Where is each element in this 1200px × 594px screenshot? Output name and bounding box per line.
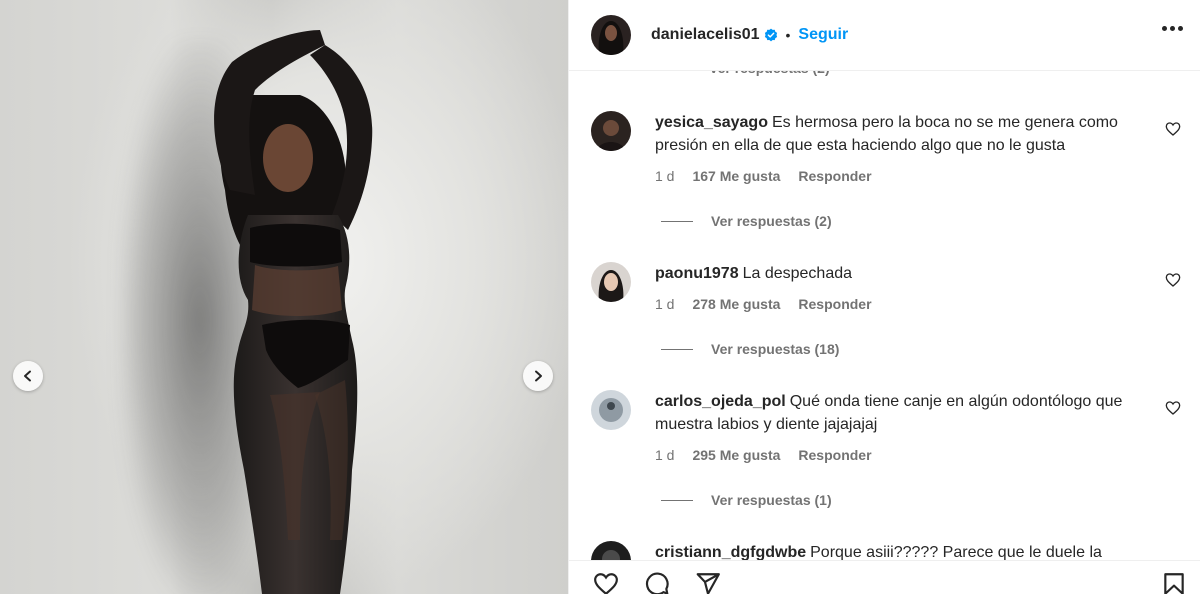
comment-time: 1 d [655,168,675,184]
prev-photo-button[interactable] [13,361,43,391]
view-replies-button[interactable]: Ver respuestas (18) [661,341,839,357]
comment-username[interactable]: carlos_ojeda_pol [655,393,786,410]
view-replies-button[interactable]: Ver respuestas (1) [661,492,832,508]
comment-time: 1 d [655,447,675,463]
more-options-icon[interactable] [1162,26,1183,31]
chevron-left-icon [24,370,31,382]
reply-button[interactable]: Responder [798,447,871,463]
replies-divider [661,499,693,501]
chevron-right-icon [535,370,542,382]
comment-username[interactable]: paonu1978 [655,265,739,282]
replies-divider [661,220,693,222]
heart-icon[interactable] [1165,272,1181,288]
comment-text-block: yesica_sayago Es hermosa pero la boca no … [655,111,1160,157]
comment-text: La despechada [742,265,853,282]
comment-time: 1 d [655,296,675,312]
replies-divider [661,348,693,350]
post-photo[interactable] [0,0,568,594]
next-photo-button[interactable] [523,361,553,391]
comment-text-block: paonu1978 La despechada [655,262,1160,285]
comment-icon[interactable] [643,571,671,594]
heart-icon[interactable] [1165,400,1181,416]
post-side-panel: Ver respuestas (2) yesica_sayagoEs hermo… [568,0,1200,594]
avatar[interactable] [591,390,631,430]
separator-dot: • [785,27,791,43]
share-icon[interactable] [694,571,722,594]
heart-icon[interactable] [591,571,621,594]
post-header: danielacelis01 • Seguir [569,0,1200,71]
author-username[interactable]: danielacelis01 [651,26,760,44]
comment-meta: 1 d 167 Me gusta Responder [655,168,872,184]
view-replies-button[interactable]: Ver respuestas (2) [661,213,832,229]
reply-button[interactable]: Responder [798,168,871,184]
comment-likes[interactable]: 295 Me gusta [692,447,780,463]
photo-subject [214,30,373,594]
avatar[interactable] [591,262,631,302]
comment-meta: 1 d 295 Me gusta Responder [655,447,872,463]
comment-likes[interactable]: 278 Me gusta [692,296,780,312]
comment-username[interactable]: yesica_sayago [655,114,768,131]
comment-likes[interactable]: 167 Me gusta [692,168,780,184]
heart-icon[interactable] [1165,121,1181,137]
follow-button[interactable]: Seguir [798,26,848,44]
comment-text: Porque asiii????? Parece que le duele la [810,544,1102,560]
comments-list[interactable]: Ver respuestas (2) yesica_sayagoEs hermo… [569,0,1200,560]
avatar[interactable] [591,111,631,151]
author-avatar[interactable] [591,15,631,55]
post-actions [569,560,1200,594]
comment-username[interactable]: cristiann_dgfgdwbe [655,544,806,560]
comment-text-block: carlos_ojeda_pol Qué onda tiene canje en … [655,390,1160,436]
comment-meta: 1 d 278 Me gusta Responder [655,296,872,312]
avatar[interactable] [591,541,631,560]
bookmark-icon[interactable] [1161,571,1187,594]
reply-button[interactable]: Responder [798,296,871,312]
comment-text-block: cristiann_dgfgdwbe Porque asiii????? Pare… [655,541,1160,560]
verified-badge-icon [764,28,778,42]
